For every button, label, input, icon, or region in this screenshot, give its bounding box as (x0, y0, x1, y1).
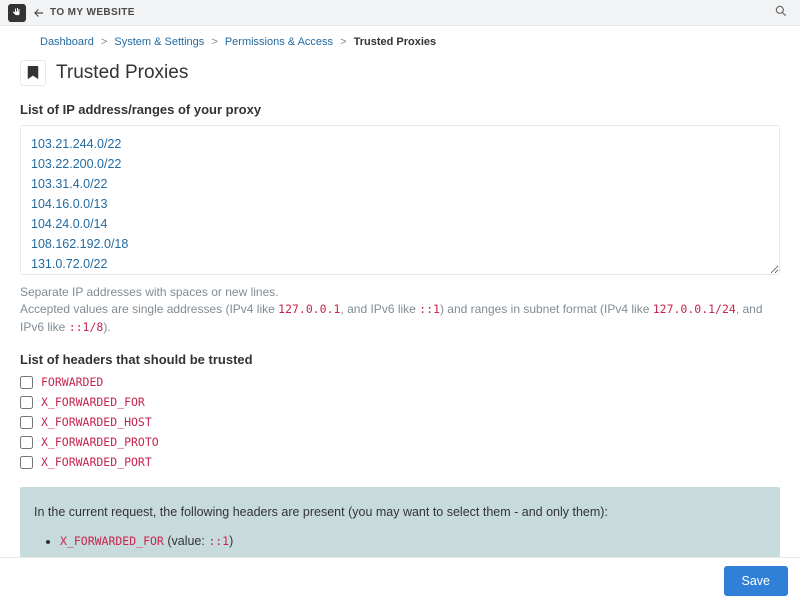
header-option-x-forwarded-proto: X_FORWARDED_PROTO (20, 435, 780, 449)
page-content: Dashboard > System & Settings > Permissi… (0, 26, 800, 604)
back-to-site-link[interactable]: TO MY WEBSITE (32, 6, 135, 20)
hand-icon (11, 7, 23, 19)
headers-section-label: List of headers that should be trusted (20, 352, 780, 367)
header-checkbox-forwarded[interactable] (20, 376, 33, 389)
breadcrumb-current: Trusted Proxies (354, 36, 437, 48)
ip-example-ipv6: ::1 (419, 302, 440, 316)
header-checkbox-x-forwarded-port[interactable] (20, 456, 33, 469)
header-option-x-forwarded-host: X_FORWARDED_HOST (20, 415, 780, 429)
ip-example-ipv4: 127.0.0.1 (278, 302, 340, 316)
info-intro: In the current request, the following he… (34, 503, 764, 522)
ip-section-label: List of IP address/ranges of your proxy (20, 102, 780, 117)
search-icon (774, 4, 788, 18)
breadcrumb-sep: > (211, 36, 217, 48)
header-label[interactable]: X_FORWARDED_PROTO (41, 435, 159, 449)
present-header-value: ::1 (208, 534, 229, 548)
header-option-x-forwarded-port: X_FORWARDED_PORT (20, 455, 780, 469)
header-option-forwarded: FORWARDED (20, 375, 780, 389)
header-checkbox-x-forwarded-proto[interactable] (20, 436, 33, 449)
header-checkbox-x-forwarded-host[interactable] (20, 416, 33, 429)
ip-help-text: Separate IP addresses with spaces or new… (20, 284, 780, 336)
header-label[interactable]: X_FORWARDED_PORT (41, 455, 152, 469)
breadcrumb-item-permissions[interactable]: Permissions & Access (225, 36, 333, 48)
header-option-x-forwarded-for: X_FORWARDED_FOR (20, 395, 780, 409)
header-checkbox-x-forwarded-for[interactable] (20, 396, 33, 409)
page-icon-box (20, 60, 46, 86)
app-logo[interactable] (8, 4, 26, 22)
breadcrumb-sep: > (340, 36, 346, 48)
arrow-left-icon (32, 6, 46, 20)
page-title: Trusted Proxies (56, 62, 188, 84)
save-button[interactable]: Save (724, 566, 789, 596)
breadcrumb-sep: > (101, 36, 107, 48)
header-label[interactable]: X_FORWARDED_FOR (41, 395, 145, 409)
ip-example-ipv4-cidr: 127.0.0.1/24 (653, 302, 736, 316)
header-label[interactable]: FORWARDED (41, 375, 103, 389)
header-label[interactable]: X_FORWARDED_HOST (41, 415, 152, 429)
ip-list-input[interactable] (20, 125, 780, 275)
ip-help-line1: Separate IP addresses with spaces or new… (20, 284, 780, 301)
search-button[interactable] (770, 0, 792, 25)
bookmark-icon (27, 66, 39, 80)
present-header-item: X_FORWARDED_FOR (value: ::1) (60, 532, 764, 551)
breadcrumb: Dashboard > System & Settings > Permissi… (20, 26, 780, 54)
breadcrumb-item-dashboard[interactable]: Dashboard (40, 36, 94, 48)
topbar: TO MY WEBSITE (0, 0, 800, 26)
footer-bar: Save (0, 557, 800, 604)
ip-help-line2: Accepted values are single addresses (IP… (20, 301, 780, 336)
ip-example-ipv6-cidr: ::1/8 (69, 320, 104, 334)
breadcrumb-item-system[interactable]: System & Settings (114, 36, 204, 48)
present-header-name: X_FORWARDED_FOR (60, 534, 164, 548)
page-title-row: Trusted Proxies (20, 60, 780, 86)
back-label: TO MY WEBSITE (50, 7, 135, 18)
